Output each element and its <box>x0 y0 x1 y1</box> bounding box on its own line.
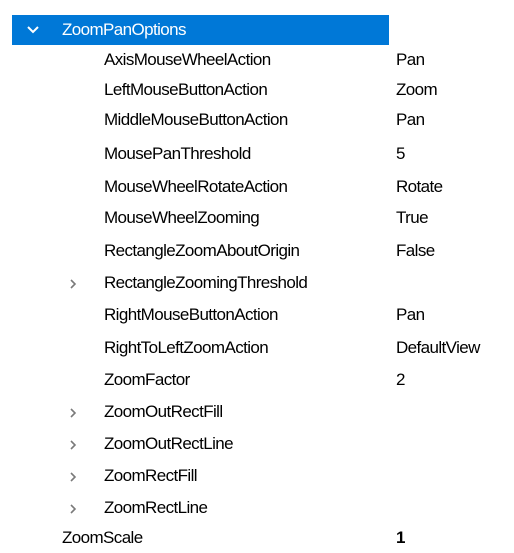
property-row-righttoleftzoomaction[interactable]: RightToLeftZoomAction DefaultView <box>0 333 514 363</box>
property-value[interactable]: 5 <box>396 139 405 169</box>
chevron-right-icon[interactable] <box>68 503 78 515</box>
property-row-axismousewheelaction[interactable]: AxisMouseWheelAction Pan <box>0 45 514 75</box>
property-value[interactable]: Rotate <box>396 172 443 202</box>
property-value[interactable]: Pan <box>396 45 425 75</box>
property-row-middlemousebuttonaction[interactable]: MiddleMouseButtonAction Pan <box>0 105 514 135</box>
category-zoompanoptions[interactable]: ZoomPanOptions <box>12 15 389 45</box>
property-value[interactable]: 2 <box>396 365 405 395</box>
property-name: RectangleZoomAboutOrigin <box>104 241 300 260</box>
property-name: MousePanThreshold <box>104 144 251 163</box>
property-row-leftmousebuttonaction[interactable]: LeftMouseButtonAction Zoom <box>0 75 514 105</box>
property-name: MiddleMouseButtonAction <box>104 110 288 129</box>
property-row-rectanglezoomaboutorigin[interactable]: RectangleZoomAboutOrigin False <box>0 236 514 266</box>
property-grid: ZoomPanOptions AxisMouseWheelAction Pan … <box>0 0 514 548</box>
property-row-rightmousebuttonaction[interactable]: RightMouseButtonAction Pan <box>0 300 514 330</box>
property-name: MouseWheelRotateAction <box>104 177 288 196</box>
property-name: ZoomRectFill <box>104 466 198 485</box>
property-row-mousepanthreshold[interactable]: MousePanThreshold 5 <box>0 139 514 169</box>
property-name: RectangleZoomingThreshold <box>104 273 308 292</box>
property-row-zoomrectfill[interactable]: ZoomRectFill <box>0 461 514 491</box>
property-value[interactable]: False <box>396 236 435 266</box>
property-name: AxisMouseWheelAction <box>104 50 271 69</box>
property-name: ZoomRectLine <box>104 498 208 517</box>
property-row-mousewheelrotateaction[interactable]: MouseWheelRotateAction Rotate <box>0 172 514 202</box>
property-value[interactable]: True <box>396 203 429 233</box>
property-value[interactable]: DefaultView <box>396 333 480 363</box>
property-name: MouseWheelZooming <box>104 208 260 227</box>
property-value[interactable]: Pan <box>396 105 425 135</box>
chevron-right-icon[interactable] <box>68 471 78 483</box>
property-name: ZoomOutRectFill <box>104 402 223 421</box>
property-row-zoomrectline[interactable]: ZoomRectLine <box>0 493 514 523</box>
property-row-zoomoutrectfill[interactable]: ZoomOutRectFill <box>0 397 514 427</box>
property-row-mousewheelzooming[interactable]: MouseWheelZooming True <box>0 203 514 233</box>
property-name: RightMouseButtonAction <box>104 305 279 324</box>
property-name: RightToLeftZoomAction <box>104 338 269 357</box>
property-name: LeftMouseButtonAction <box>104 80 268 99</box>
property-name: ZoomScale <box>62 528 143 547</box>
property-value[interactable]: Zoom <box>396 75 438 105</box>
property-name: ZoomOutRectLine <box>104 434 234 453</box>
property-value[interactable]: 1 <box>396 523 405 553</box>
property-value[interactable]: Pan <box>396 300 425 330</box>
chevron-down-icon[interactable] <box>26 24 40 36</box>
property-row-zoomoutrectline[interactable]: ZoomOutRectLine <box>0 429 514 459</box>
chevron-right-icon[interactable] <box>68 407 78 419</box>
category-label: ZoomPanOptions <box>62 20 186 39</box>
property-row-zoomscale[interactable]: ZoomScale 1 <box>0 523 514 553</box>
property-row-rectanglezoomingthreshold[interactable]: RectangleZoomingThreshold <box>0 268 514 298</box>
property-name: ZoomFactor <box>104 370 190 389</box>
property-row-zoomfactor[interactable]: ZoomFactor 2 <box>0 365 514 395</box>
chevron-right-icon[interactable] <box>68 278 78 290</box>
chevron-right-icon[interactable] <box>68 439 78 451</box>
